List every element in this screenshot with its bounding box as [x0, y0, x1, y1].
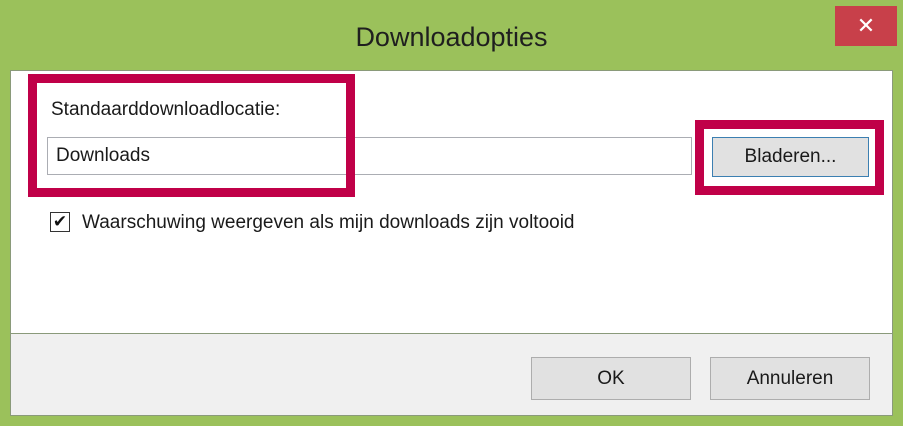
cancel-button[interactable]: Annuleren — [710, 357, 870, 400]
highlight-location-box — [28, 74, 355, 197]
dialog-title: Downloadopties — [355, 22, 548, 52]
download-options-dialog: Downloadopties ✕ Standaarddownloadlocati… — [0, 0, 903, 426]
highlight-browse-box — [695, 120, 884, 195]
title-bar[interactable]: Downloadopties ✕ — [0, 0, 903, 76]
checkmark-icon: ✔ — [52, 212, 68, 231]
close-button[interactable]: ✕ — [835, 6, 897, 46]
notify-checkbox-label[interactable]: Waarschuwing weergeven als mijn download… — [82, 212, 575, 234]
close-icon: ✕ — [856, 13, 876, 38]
ok-button[interactable]: OK — [531, 357, 691, 400]
notify-checkbox[interactable]: ✔ — [50, 212, 70, 232]
